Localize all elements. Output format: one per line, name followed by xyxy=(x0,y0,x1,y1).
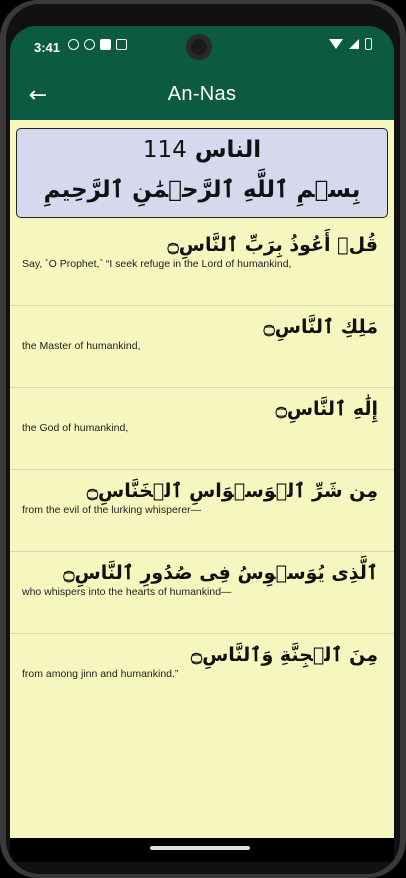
verse-arabic: مِنَ ٱلۡجِنَّةِ وَٱلنَّاسِ۝ xyxy=(190,644,378,666)
verse-translation: from among jinn and humankind.” xyxy=(22,668,179,680)
home-indicator[interactable] xyxy=(150,846,250,850)
verse-item[interactable]: مِن شَرِّ ٱلۡوَسۡوَاسِ ٱلۡخَنَّاسِ۝ from… xyxy=(10,470,394,552)
bismillah: بِسۡمِ ٱللَّهِ ٱلرَّحۡمَٰنِ ٱلرَّحِيمِ xyxy=(43,177,361,203)
status-time: 3:41 xyxy=(34,40,61,55)
surah-title-line: الناس 114 xyxy=(17,137,387,163)
verse-item[interactable]: قُلۡ أَعُوذُ بِرَبِّ ٱلنَّاسِ۝ Say, ˹O P… xyxy=(10,224,394,306)
verse-arabic: قُلۡ أَعُوذُ بِرَبِّ ٱلنَّاسِ۝ xyxy=(167,234,378,256)
status-bar: 3:41 xyxy=(10,26,394,70)
verse-translation: from the evil of the lurking whisperer— xyxy=(22,504,202,516)
phone-frame: 3:41 ← An-Nas الناس 114 بِسۡمِ ٱللَّهِ ٱ… xyxy=(0,0,406,878)
phone-bezel: 3:41 ← An-Nas الناس 114 بِسۡمِ ٱللَّهِ ٱ… xyxy=(6,4,400,874)
verse-arabic: ٱلَّذِى يُوَسۡوِسُ فِى صُدُورِ ٱلنَّاسِ۝ xyxy=(63,562,378,584)
verse-item[interactable]: مَلِكِ ٱلنَّاسِ۝ the Master of humankind… xyxy=(10,306,394,388)
vpn-icon xyxy=(84,39,95,50)
verse-arabic: مَلِكِ ٱلنَّاسِ۝ xyxy=(263,316,378,338)
font-a-icon xyxy=(116,39,127,50)
verse-item[interactable]: إِلَٰهِ ٱلنَّاسِ۝ the God of humankind, xyxy=(10,388,394,470)
front-camera xyxy=(186,34,212,60)
verse-item[interactable]: مِنَ ٱلۡجِنَّةِ وَٱلنَّاسِ۝ from among j… xyxy=(10,634,394,716)
wifi-icon xyxy=(329,39,343,49)
surah-name: الناس xyxy=(194,137,262,163)
verse-translation: the Master of humankind, xyxy=(22,340,141,352)
navigation-bar xyxy=(10,838,394,862)
system-icons xyxy=(329,38,372,50)
verse-translation: the God of humankind, xyxy=(22,422,129,434)
signal-icon xyxy=(349,39,359,49)
surah-content[interactable]: الناس 114 بِسۡمِ ٱللَّهِ ٱلرَّحۡمَٰنِ ٱل… xyxy=(10,120,394,838)
verse-translation: who whispers into the hearts of humankin… xyxy=(22,586,232,598)
screen: 3:41 ← An-Nas الناس 114 بِسۡمِ ٱللَّهِ ٱ… xyxy=(10,26,394,862)
verse-arabic: مِن شَرِّ ٱلۡوَسۡوَاسِ ٱلۡخَنَّاسِ۝ xyxy=(86,480,378,502)
app-bar: ← An-Nas xyxy=(10,70,394,120)
sd-card-icon xyxy=(100,39,111,50)
verse-arabic: إِلَٰهِ ٱلنَّاسِ۝ xyxy=(275,398,378,420)
surah-header-card: الناس 114 بِسۡمِ ٱللَّهِ ٱلرَّحۡمَٰنِ ٱل… xyxy=(16,128,388,218)
shield-icon xyxy=(68,39,79,50)
battery-icon xyxy=(365,38,372,50)
verse-item[interactable]: ٱلَّذِى يُوَسۡوِسُ فِى صُدُورِ ٱلنَّاسِ۝… xyxy=(10,552,394,634)
verse-translation: Say, ˹O Prophet,˺ “I seek refuge in the … xyxy=(22,258,292,270)
notification-icons xyxy=(68,39,127,50)
surah-number: 114 xyxy=(142,137,187,163)
page-title: An-Nas xyxy=(167,83,237,105)
